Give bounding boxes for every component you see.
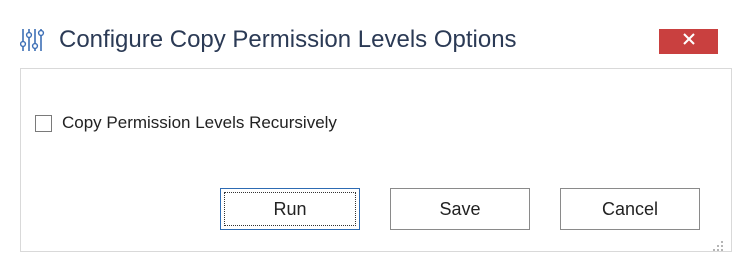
recursive-checkbox-label[interactable]: Copy Permission Levels Recursively xyxy=(62,113,337,133)
resize-grip-icon[interactable] xyxy=(711,239,725,253)
recursive-option[interactable]: Copy Permission Levels Recursively xyxy=(35,112,337,134)
cancel-button[interactable]: Cancel xyxy=(560,188,700,230)
close-icon xyxy=(682,32,696,51)
close-button[interactable] xyxy=(659,29,718,54)
run-button-label: Run xyxy=(273,198,307,219)
save-button[interactable]: Save xyxy=(390,188,530,230)
run-button[interactable]: Run xyxy=(220,188,360,230)
sliders-icon xyxy=(19,27,45,53)
configure-dialog: Configure Copy Permission Levels Options… xyxy=(0,0,733,261)
save-button-label: Save xyxy=(439,198,481,219)
cancel-button-label: Cancel xyxy=(601,198,659,219)
dialog-title: Configure Copy Permission Levels Options xyxy=(59,26,517,53)
recursive-checkbox[interactable] xyxy=(35,114,52,132)
title-bar: Configure Copy Permission Levels Options xyxy=(0,0,733,58)
